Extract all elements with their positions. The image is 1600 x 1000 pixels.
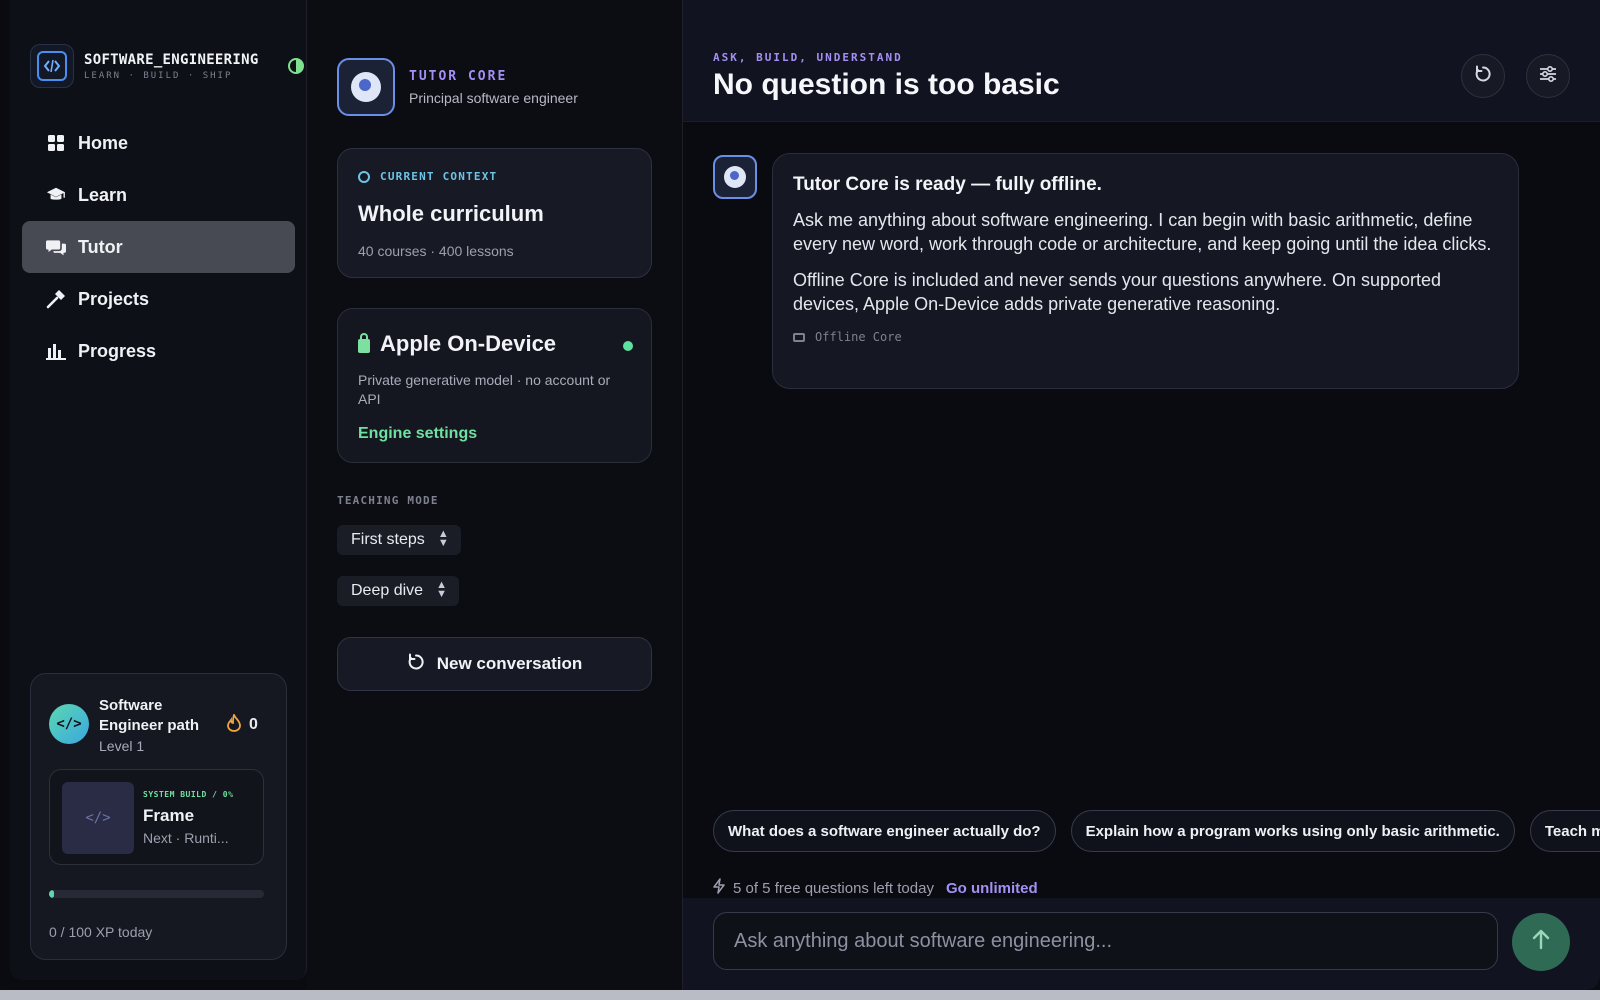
nav-label: Home — [78, 132, 129, 153]
nav-item-tutor[interactable]: Tutor — [22, 221, 295, 273]
nav-label: Projects — [78, 288, 150, 309]
context-meta: 40 courses · 400 lessons — [358, 243, 514, 259]
engine-card: Apple On-Device Private generative model… — [337, 308, 652, 463]
suggestion-chip[interactable]: Teach me — [1529, 810, 1600, 852]
nav-item-progress[interactable]: Progress — [22, 325, 295, 377]
engine-title: Apple On-Device — [380, 331, 557, 356]
xp-progress-fill — [49, 890, 54, 898]
engine-settings-link[interactable]: Engine settings — [358, 425, 477, 443]
path-level: Level 1 — [99, 738, 145, 754]
build-next: Next · Runti... — [143, 830, 229, 846]
build-thumbnail: </> — [62, 782, 134, 854]
brand[interactable]: SOFTWARE_ENGINEERING LEARN · BUILD · SHI… — [30, 44, 259, 88]
app-window: SOFTWARE_ENGINEERING LEARN · BUILD · SHI… — [0, 0, 1600, 990]
nav-item-learn[interactable]: Learn — [22, 169, 295, 221]
hammer-icon — [46, 289, 66, 309]
graduation-cap-icon — [46, 185, 66, 205]
quota-text: 5 of 5 free questions left today — [733, 879, 934, 897]
chat-area: ASK, BUILD, UNDERSTAND No question is to… — [683, 0, 1600, 990]
settings-button[interactable] — [1526, 54, 1570, 98]
new-conversation-label: New conversation — [436, 654, 583, 673]
tutor-name: TUTOR CORE — [409, 68, 508, 84]
path-title: Software Engineer path — [99, 697, 200, 734]
teaching-mode-label: TEACHING MODE — [337, 494, 439, 507]
message-heading: Tutor Core is ready — fully offline. — [793, 174, 1102, 195]
flame-icon — [227, 712, 241, 736]
grid-icon — [46, 133, 66, 153]
send-button[interactable] — [1512, 913, 1570, 971]
path-card[interactable]: </> Software Engineer path Level 1 0 </>… — [30, 673, 287, 960]
nav-label: Progress — [78, 340, 157, 361]
desktop-background — [0, 990, 1600, 1000]
sidebar: SOFTWARE_ENGINEERING LEARN · BUILD · SHI… — [10, 0, 307, 980]
chat-bubbles-icon — [46, 237, 66, 257]
tutor-avatar — [337, 58, 395, 116]
system-build-card[interactable]: </> SYSTEM BUILD / 0% Frame Next · Runti… — [49, 769, 264, 865]
suggestion-chip[interactable]: What does a software engineer actually d… — [713, 810, 1056, 852]
message-paragraph: Ask me anything about software engineeri… — [793, 210, 1492, 254]
chat-header: ASK, BUILD, UNDERSTAND No question is to… — [683, 0, 1600, 122]
nav-label: Tutor — [78, 236, 123, 257]
theme-toggle-icon[interactable] — [288, 58, 304, 74]
code-logo-icon — [30, 44, 74, 88]
sliders-icon — [1539, 65, 1557, 87]
path-avatar: </> — [49, 704, 89, 744]
nav-item-projects[interactable]: Projects — [22, 273, 295, 325]
brain-head-icon — [351, 72, 381, 102]
suggestion-chip[interactable]: Explain how a program works using only b… — [1070, 810, 1515, 852]
message-paragraph: Offline Core is included and never sends… — [793, 270, 1442, 314]
lock-icon — [358, 333, 370, 353]
message-source: Offline Core — [793, 330, 1498, 344]
streak-counter: 0 — [227, 712, 258, 736]
message-source-label: Offline Core — [815, 330, 902, 344]
tutor-role: Principal software engineer — [409, 89, 578, 106]
brain-head-icon — [724, 166, 746, 188]
tutor-header: TUTOR CORE Principal software engineer — [337, 58, 578, 116]
engine-title-row: Apple On-Device — [358, 331, 556, 357]
mode-select-first-steps[interactable]: First steps ▲ ▼ — [337, 525, 461, 555]
context-card[interactable]: CURRENT CONTEXT Whole curriculum 40 cour… — [337, 148, 652, 278]
engine-status-dot — [623, 341, 633, 351]
target-icon — [358, 170, 370, 183]
tutor-panel: TUTOR CORE Principal software engineer C… — [307, 0, 683, 990]
message-input[interactable] — [713, 912, 1498, 970]
mode-select-deep-dive[interactable]: Deep dive ▲ ▼ — [337, 576, 460, 606]
xp-text: 0 / 100 XP today — [49, 924, 153, 940]
chip-icon — [793, 332, 805, 342]
refresh-icon — [1474, 65, 1492, 88]
suggestion-chips: What does a software engineer actually d… — [713, 810, 1600, 852]
nav-item-home[interactable]: Home — [22, 117, 295, 169]
lightning-icon — [713, 878, 725, 898]
tutor-message-avatar — [713, 155, 757, 199]
nav-label: Learn — [78, 184, 128, 205]
context-title: Whole curriculum — [358, 201, 544, 226]
chevron-updown-icon: ▲ ▼ — [437, 528, 449, 549]
reset-button[interactable] — [1461, 54, 1505, 98]
refresh-icon — [407, 653, 425, 676]
engine-description: Private generative model · no account or… — [358, 372, 611, 407]
main-nav: Home Learn Tutor Projects Progress — [22, 117, 295, 377]
page-title: No question is too basic — [713, 68, 1060, 101]
quota-row: 5 of 5 free questions left today Go unli… — [713, 878, 1038, 898]
context-label: CURRENT CONTEXT — [380, 170, 498, 183]
select-value: First steps — [351, 531, 425, 548]
brand-subtitle: LEARN · BUILD · SHIP — [84, 70, 233, 81]
select-value: Deep dive — [351, 582, 424, 599]
xp-progress-bar — [49, 890, 264, 898]
context-label-row: CURRENT CONTEXT — [358, 170, 497, 183]
build-tag: SYSTEM BUILD / 0% — [143, 790, 234, 799]
brand-title: SOFTWARE_ENGINEERING — [84, 51, 259, 68]
streak-value: 0 — [249, 716, 258, 733]
go-unlimited-link[interactable]: Go unlimited — [946, 880, 1038, 897]
new-conversation-button[interactable]: New conversation — [337, 637, 652, 691]
arrow-up-icon — [1531, 928, 1551, 957]
composer — [683, 898, 1600, 990]
bar-chart-icon — [46, 341, 66, 361]
build-name: Frame — [143, 806, 195, 825]
header-eyebrow: ASK, BUILD, UNDERSTAND — [713, 51, 903, 64]
tutor-message: Tutor Core is ready — fully offline. Ask… — [772, 153, 1519, 389]
chevron-updown-icon: ▲ ▼ — [436, 579, 448, 600]
